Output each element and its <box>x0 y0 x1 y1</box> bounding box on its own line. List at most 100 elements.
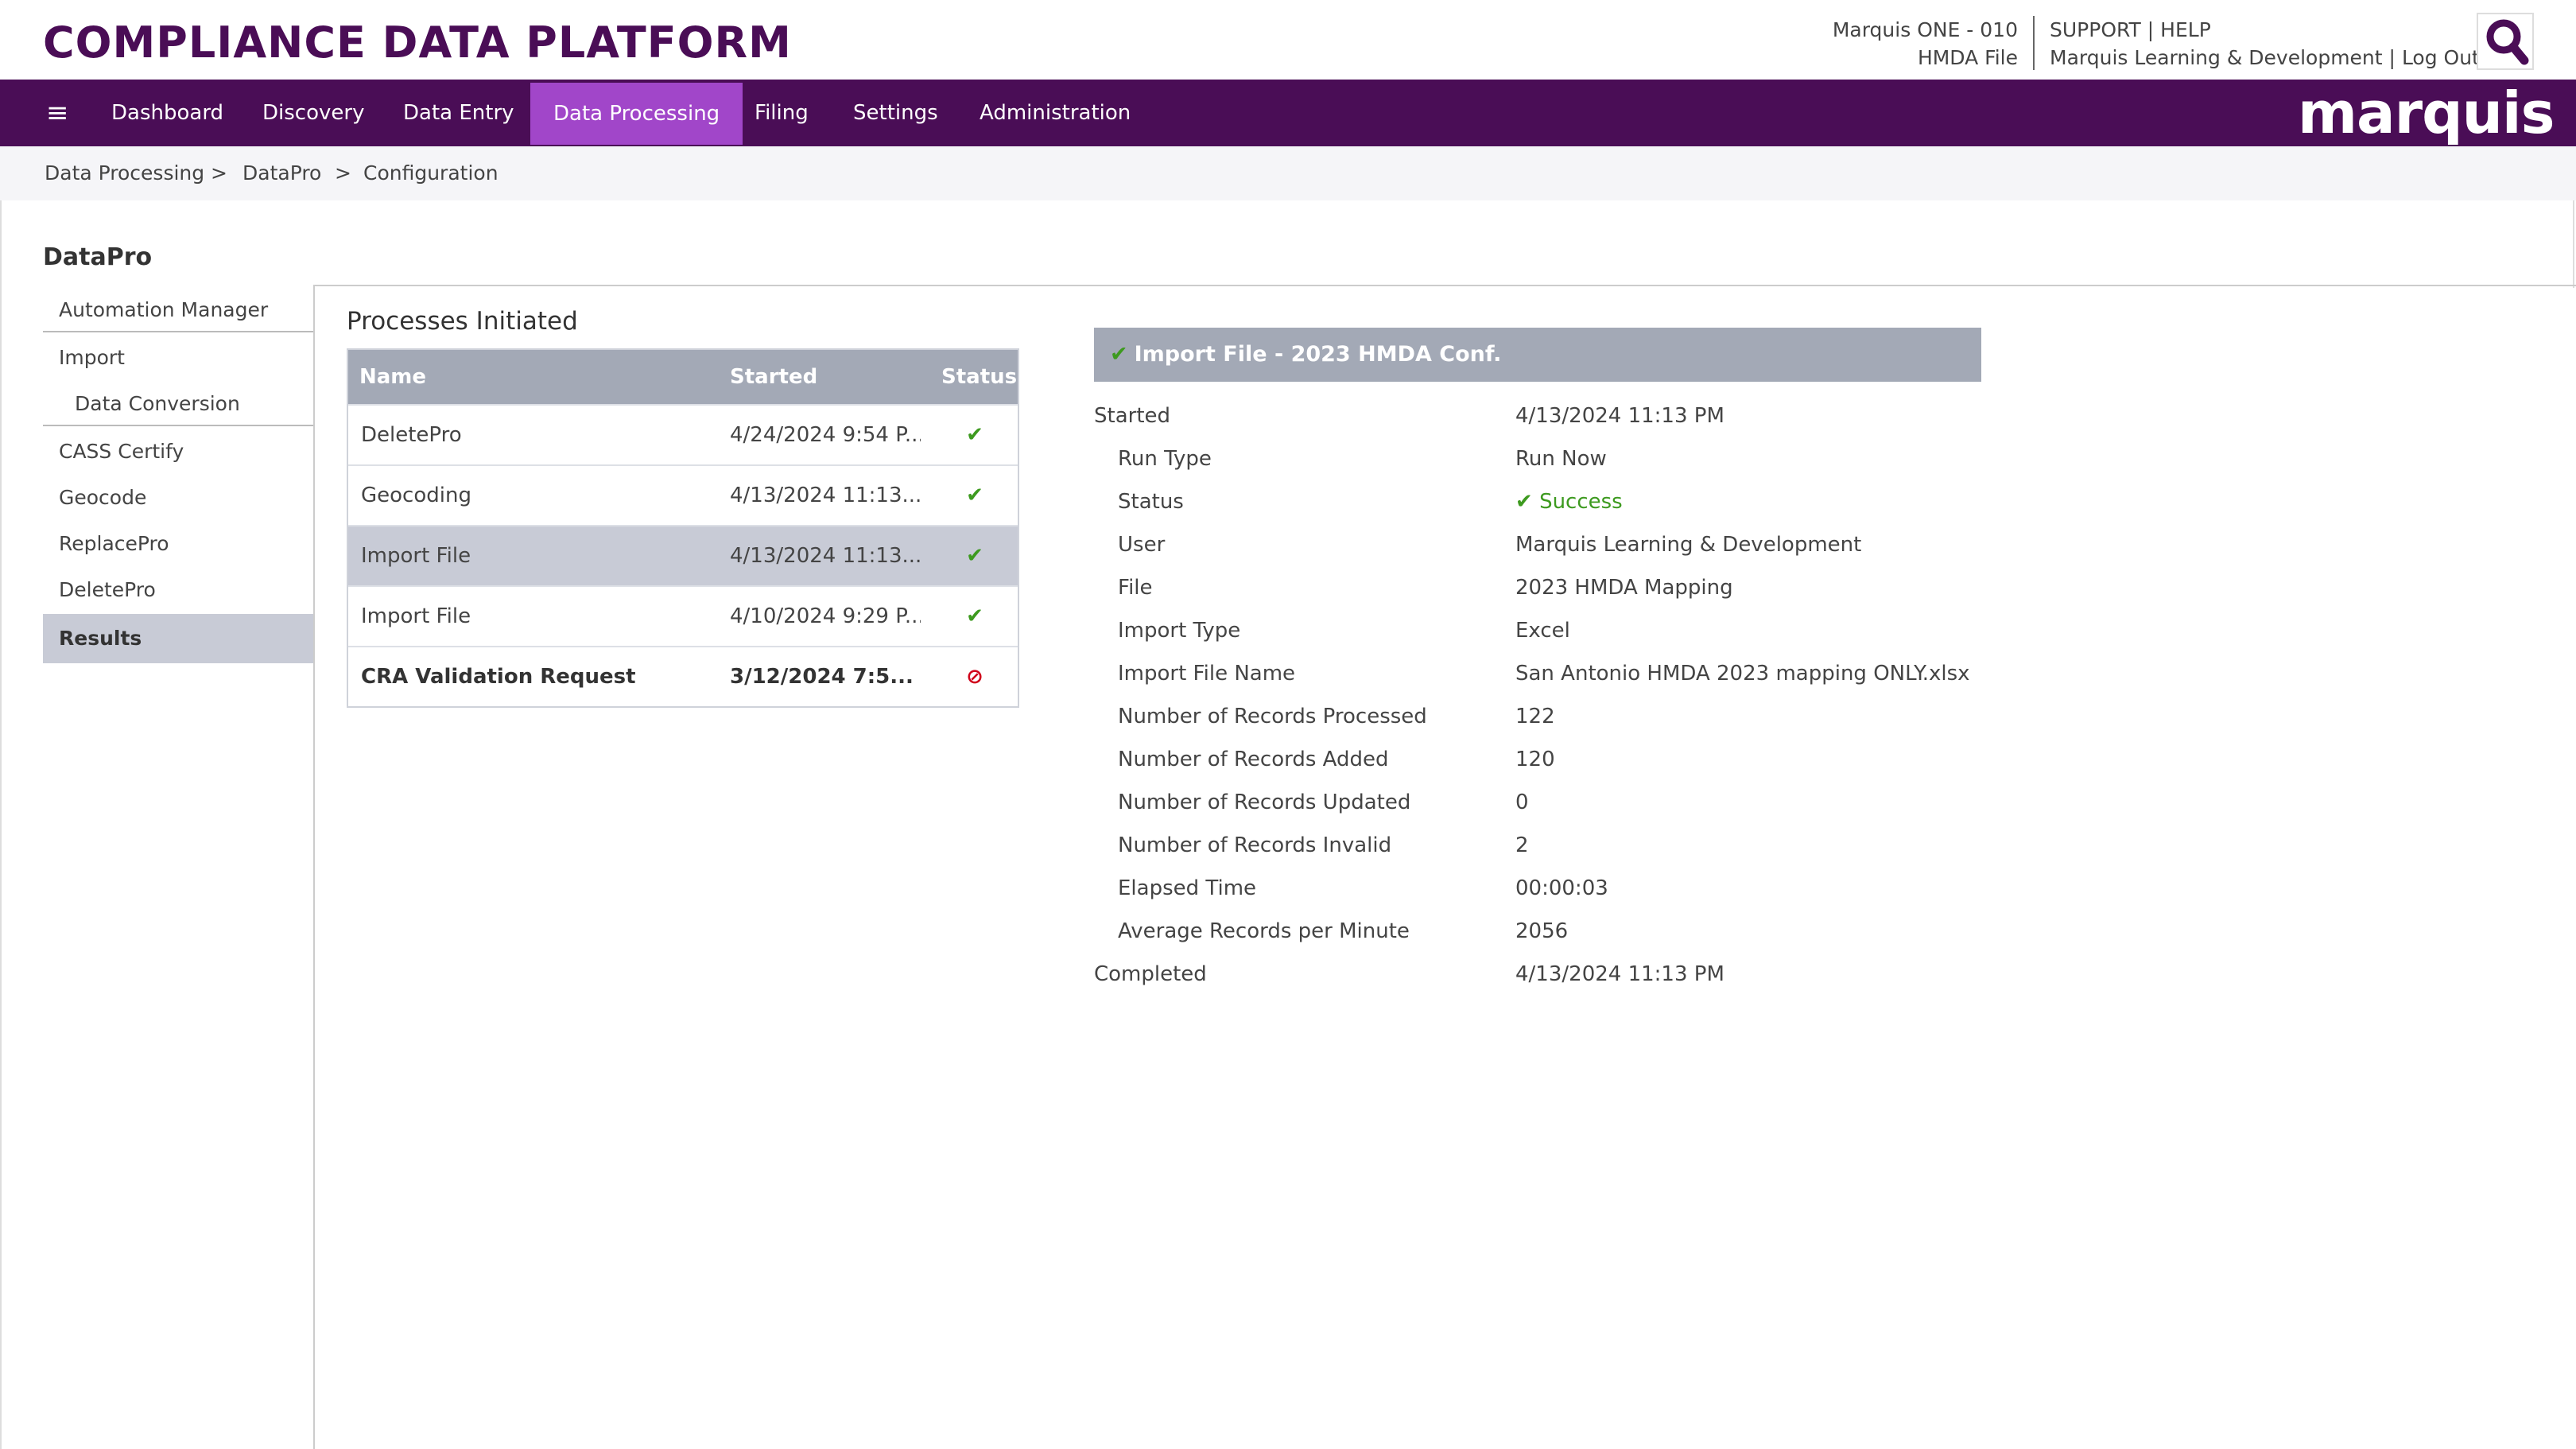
header-divider <box>2033 16 2035 70</box>
sidebar-divider <box>43 331 315 332</box>
detail-label-records-invalid: Number of Records Invalid <box>1118 833 1392 857</box>
detail-header: ✔ Import File - 2023 HMDA Conf. <box>1094 328 1981 382</box>
detail-value-elapsed-time: 00:00:03 <box>1515 876 1608 900</box>
process-started: 4/10/2024 9:29 P... <box>730 604 921 628</box>
success-check-icon: ✔ <box>966 423 983 447</box>
detail-value-records-processed: 122 <box>1515 705 1555 728</box>
table-row-selected[interactable]: Import File 4/13/2024 11:13... ✔ <box>348 525 1018 585</box>
process-name: CRA Validation Request <box>361 665 636 689</box>
column-header-status[interactable]: Status <box>941 350 1017 404</box>
process-started: 4/13/2024 11:13... <box>730 484 921 507</box>
top-header: COMPLIANCE DATA PLATFORM Marquis ONE - 0… <box>0 0 2576 80</box>
header-links: SUPPORT | HELP Marquis Learning & Develo… <box>2050 16 2480 72</box>
detail-value-file: 2023 HMDA Mapping <box>1515 576 1733 600</box>
detail-value-user: Marquis Learning & Development <box>1515 533 1862 557</box>
breadcrumb-configuration: Configuration <box>363 161 499 185</box>
table-header: Name Started Status <box>348 350 1018 404</box>
support-link[interactable]: SUPPORT <box>2050 18 2141 41</box>
account-info: Marquis ONE - 010 HMDA File <box>1833 16 2018 72</box>
breadcrumb: Data Processing > DataPro > Configuratio… <box>0 146 2576 200</box>
nav-settings[interactable]: Settings <box>830 80 961 146</box>
user-name: Marquis Learning & Development <box>2050 46 2383 69</box>
menu-icon[interactable]: ≡ <box>46 80 69 146</box>
account-name: Marquis ONE - 010 <box>1832 18 2018 41</box>
panel-border <box>313 285 2576 286</box>
breadcrumb-separator: > <box>335 161 351 185</box>
breadcrumb-separator: > <box>211 161 227 185</box>
detail-value-average-records: 2056 <box>1515 919 1569 943</box>
process-started: 4/24/2024 9:54 P... <box>730 423 921 447</box>
detail-label-started: Started <box>1094 404 1171 428</box>
sidebar-item-automation-manager[interactable]: Automation Manager <box>43 294 315 332</box>
success-check-icon: ✔ <box>966 544 983 568</box>
detail-label-user: User <box>1118 533 1166 557</box>
detail-title: Import File - 2023 HMDA Conf. <box>1134 342 1502 367</box>
account-file: HMDA File <box>1917 46 2018 69</box>
process-name: Import File <box>361 544 471 568</box>
detail-value-started: 4/13/2024 11:13 PM <box>1515 404 1724 428</box>
detail-label-elapsed-time: Elapsed Time <box>1118 876 1257 900</box>
sidebar-item-cass-certify[interactable]: CASS Certify <box>43 436 315 471</box>
table-row[interactable]: CRA Validation Request 3/12/2024 7:5... … <box>348 646 1018 706</box>
detail-label-completed: Completed <box>1094 962 1207 986</box>
detail-label-run-type: Run Type <box>1118 447 1212 471</box>
page-border <box>2573 200 2574 288</box>
main-nav: ≡ Dashboard Discovery Data Entry Data Pr… <box>0 80 2576 146</box>
nav-administration[interactable]: Administration <box>956 80 1154 146</box>
table-row[interactable]: Geocoding 4/13/2024 11:13... ✔ <box>348 464 1018 525</box>
process-started: 3/12/2024 7:5... <box>730 665 914 689</box>
detail-label-records-updated: Number of Records Updated <box>1118 791 1411 814</box>
link-separator: | <box>2388 46 2396 69</box>
detail-value-import-type: Excel <box>1515 619 1570 643</box>
logout-link[interactable]: Log Out <box>2402 46 2480 69</box>
table-row[interactable]: Import File 4/10/2024 9:29 P... ✔ <box>348 585 1018 646</box>
detail-value-records-added: 120 <box>1515 748 1555 771</box>
process-name: Geocoding <box>361 484 471 507</box>
process-name: Import File <box>361 604 471 628</box>
process-started: 4/13/2024 11:13... <box>730 544 921 568</box>
sidebar-item-results[interactable]: Results <box>43 614 315 663</box>
page-border <box>0 200 2 1449</box>
detail-value-records-invalid: 2 <box>1515 833 1529 857</box>
sidebar-item-import[interactable]: Import <box>43 342 315 377</box>
failed-status-icon: ⊘ <box>966 665 983 689</box>
breadcrumb-data-processing[interactable]: Data Processing <box>45 146 204 200</box>
detail-label-import-file-name: Import File Name <box>1118 662 1296 686</box>
column-header-started[interactable]: Started <box>730 350 817 404</box>
sidebar-divider <box>43 425 315 426</box>
detail-label-average-records: Average Records per Minute <box>1118 919 1410 943</box>
sidebar-item-geocode[interactable]: Geocode <box>43 482 315 517</box>
success-check-icon: ✔ <box>966 604 983 628</box>
panel-border <box>313 285 315 1449</box>
sidebar-item-deletepro[interactable]: DeletePro <box>43 574 315 609</box>
section-title: DataPro <box>43 243 153 271</box>
link-separator: | <box>2147 18 2155 41</box>
detail-value-completed: 4/13/2024 11:13 PM <box>1515 962 1724 986</box>
nav-discovery[interactable]: Discovery <box>239 80 387 146</box>
detail-value-records-updated: 0 <box>1515 791 1529 814</box>
search-icon <box>2486 19 2529 65</box>
nav-data-processing[interactable]: Data Processing <box>530 83 743 145</box>
brand-logo: marquis <box>2298 80 2555 146</box>
detail-label-import-type: Import Type <box>1118 619 1241 643</box>
success-check-icon: ✔ <box>1110 342 1128 367</box>
nav-filing[interactable]: Filing <box>731 80 832 146</box>
help-link[interactable]: HELP <box>2160 18 2211 41</box>
detail-value-import-file-name: San Antonio HMDA 2023 mapping ONLY.xlsx <box>1515 662 1970 686</box>
sidebar-item-replacepro[interactable]: ReplacePro <box>43 528 315 563</box>
sidebar-item-data-conversion[interactable]: Data Conversion <box>43 388 315 423</box>
detail-label-status: Status <box>1118 490 1184 514</box>
column-header-name[interactable]: Name <box>359 350 426 404</box>
nav-data-entry[interactable]: Data Entry <box>380 80 537 146</box>
table-row[interactable]: DeletePro 4/24/2024 9:54 P... ✔ <box>348 404 1018 464</box>
nav-dashboard[interactable]: Dashboard <box>88 80 246 146</box>
search-button[interactable] <box>2477 13 2534 70</box>
detail-label-file: File <box>1118 576 1153 600</box>
detail-value-run-type: Run Now <box>1515 447 1607 471</box>
detail-value-status: ✔ Success <box>1515 490 1623 514</box>
detail-label-records-added: Number of Records Added <box>1118 748 1389 771</box>
status-text: Success <box>1539 490 1623 514</box>
processes-title: Processes Initiated <box>347 307 578 336</box>
detail-label-records-processed: Number of Records Processed <box>1118 705 1427 728</box>
breadcrumb-datapro[interactable]: DataPro <box>242 146 321 200</box>
